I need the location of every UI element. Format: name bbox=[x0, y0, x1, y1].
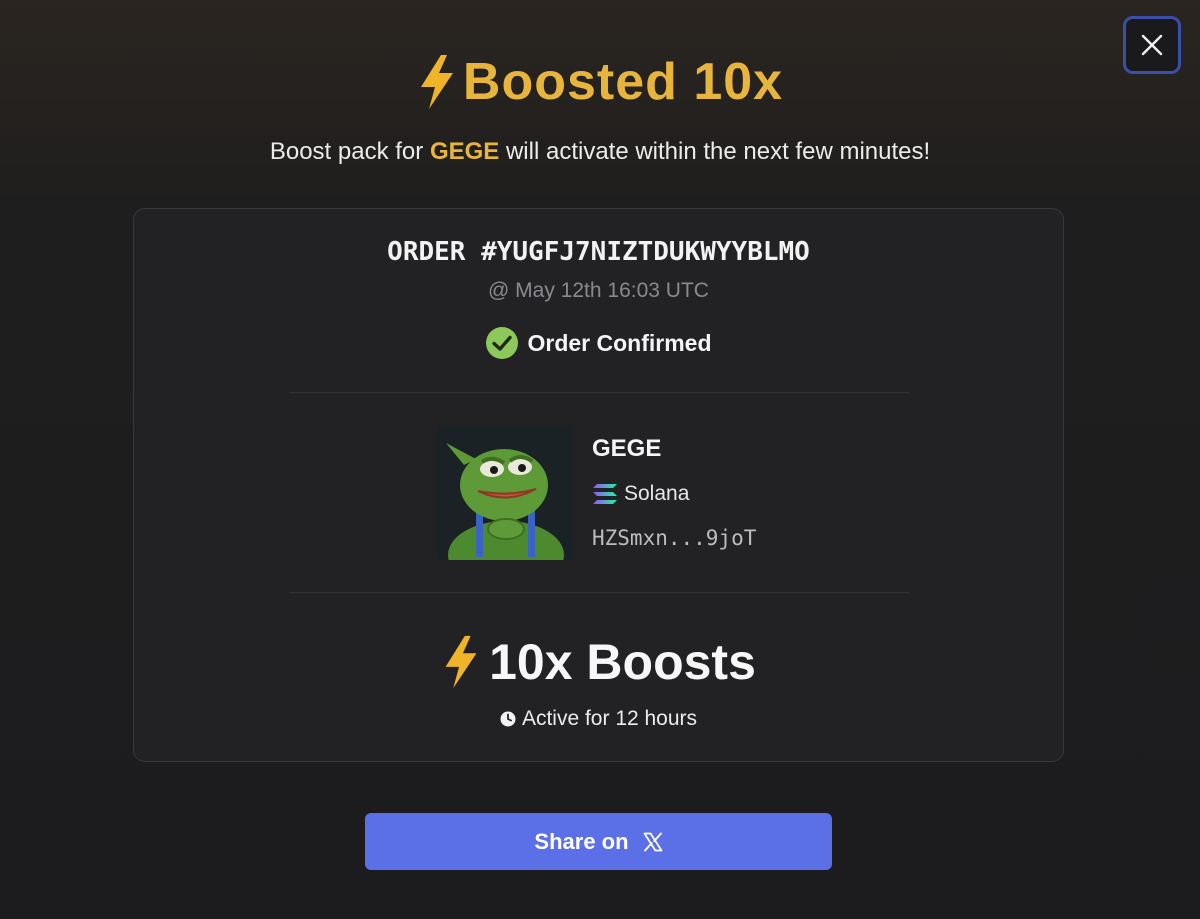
token-chain-label: Solana bbox=[624, 482, 690, 505]
divider bbox=[289, 392, 909, 393]
boosts-label: 10x Boosts bbox=[489, 634, 756, 690]
boost-confirmation-modal: Boosted 10x Boost pack for GEGE will act… bbox=[0, 0, 1200, 919]
boost-duration: Active for 12 hours bbox=[134, 707, 1063, 731]
divider bbox=[289, 592, 909, 593]
share-button-label: Share on bbox=[534, 828, 629, 854]
share-on-x-button[interactable]: Share on bbox=[365, 813, 832, 870]
order-status: Order Confirmed bbox=[134, 326, 1063, 360]
subtitle-text-start: Boost pack for bbox=[269, 138, 424, 165]
pepe-token-avatar bbox=[436, 425, 573, 560]
order-status-label: Order Confirmed bbox=[527, 329, 712, 356]
headline-title: Boosted 10x bbox=[462, 53, 784, 111]
boost-duration-label: Active for 12 hours bbox=[521, 707, 698, 730]
lightning-bolt-icon bbox=[420, 55, 453, 109]
token-avatar bbox=[436, 425, 573, 560]
solana-icon bbox=[593, 484, 617, 504]
order-id: ORDER #YUGFJ7NIZTDUKWYYBLMO bbox=[387, 237, 810, 267]
boosts-summary: 10x Boosts bbox=[134, 633, 1063, 691]
check-circle-icon bbox=[486, 327, 519, 359]
token-name: GEGE bbox=[592, 435, 662, 462]
lightning-bolt-icon bbox=[445, 635, 477, 689]
order-card: ORDER #YUGFJ7NIZTDUKWYYBLMO @ May 12th 1… bbox=[133, 208, 1064, 762]
headline-subtitle: Boost pack for GEGE will activate within… bbox=[0, 138, 1200, 166]
order-timestamp: @ May 12th 16:03 UTC bbox=[488, 279, 709, 302]
x-logo-icon bbox=[643, 832, 662, 851]
clock-icon bbox=[500, 711, 516, 727]
headline: Boosted 10x bbox=[0, 52, 1200, 112]
token-address[interactable]: HZSmxn...9joT bbox=[592, 526, 756, 550]
token-chain: Solana bbox=[592, 482, 689, 506]
subtitle-token-name: GEGE bbox=[429, 138, 500, 165]
subtitle-text-end: will activate within the next few minute… bbox=[505, 138, 931, 165]
